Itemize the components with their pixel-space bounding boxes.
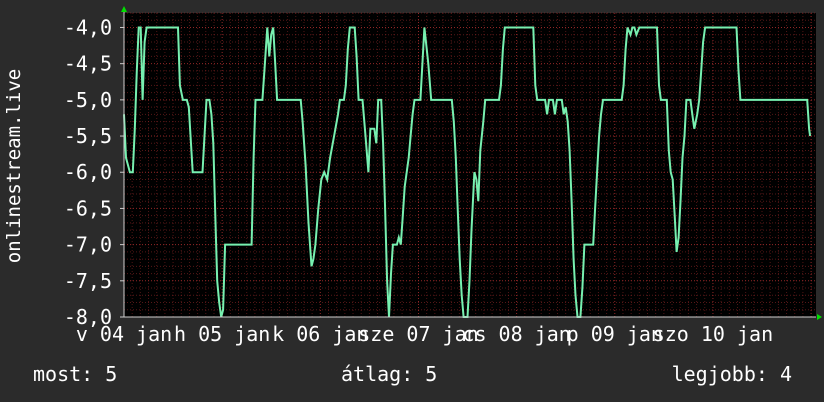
stat-now: most: 5 [33, 362, 117, 386]
line-chart: -4,0-4,5-5,0-5,5-6,0-6,5-7,0-7,5-8,0 v 0… [0, 0, 824, 402]
y-tick-label: -6,0 [64, 160, 112, 184]
y-tick-label: -7,5 [64, 269, 112, 293]
x-tick-label: v 04 jan [76, 322, 172, 346]
stat-average-label: átlag: [341, 362, 414, 386]
x-axis-ticks: v 04 jan h 05 jan k 06 jansze 07 jancs 08 … [76, 322, 773, 346]
stat-best-label: legjobb: [671, 362, 768, 386]
x-tick-label: cs 08 jan [462, 322, 570, 346]
y-tick-label: -4,5 [64, 52, 112, 76]
y-tick-label: -5,5 [64, 124, 112, 148]
y-tick-label: -4,0 [64, 15, 112, 39]
y-tick-label: -7,0 [64, 233, 112, 257]
x-tick-label: p 09 jan [567, 322, 663, 346]
stat-now-label: most: [33, 362, 94, 386]
x-tick-label: sze 07 jan [358, 322, 478, 346]
stat-now-value: 5 [105, 362, 118, 386]
stat-average-value: 5 [425, 362, 438, 386]
y-tick-label: -6,5 [64, 196, 112, 220]
x-tick-label: k 06 jan [272, 322, 368, 346]
y-tick-label: -5,0 [64, 88, 112, 112]
chart-widget: -4,0 -4,5 -5,0 -5,5 -6,0 -6,5 -7,0 -7,5 -8,0 v 0… [0, 0, 824, 402]
stat-best-value: 4 [779, 362, 792, 386]
x-tick-label: h 05 jan [174, 322, 270, 346]
x-tick-label: szo 10 jan [653, 322, 773, 346]
stat-average: átlag: 5 [341, 362, 437, 386]
stat-best: legjobb: 4 [672, 362, 792, 386]
y-axis-label: onlinestream.live [3, 68, 25, 264]
